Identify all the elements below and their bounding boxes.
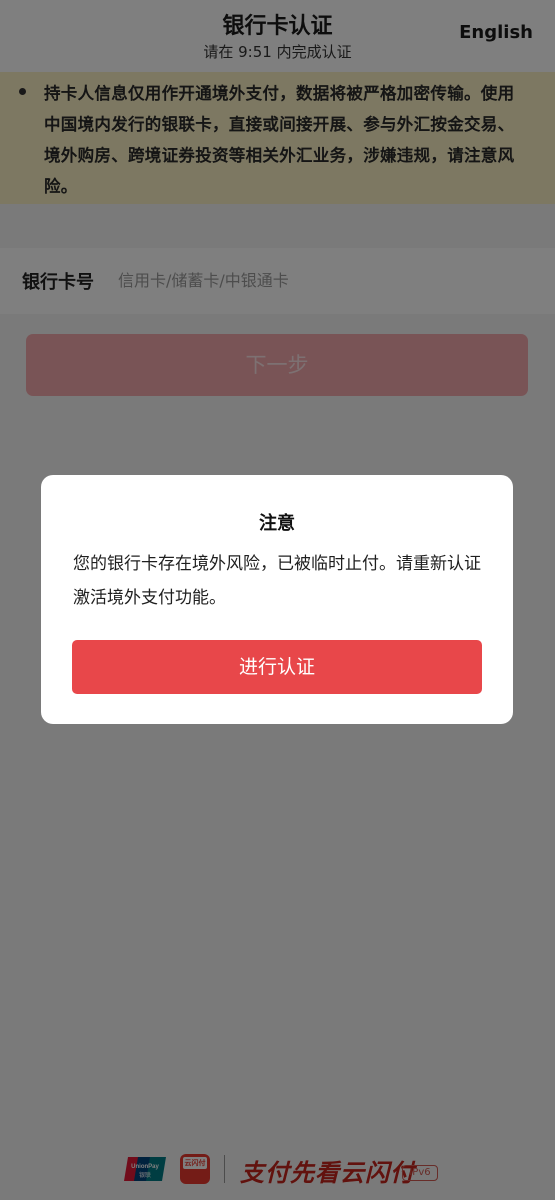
dialog-title: 注意 xyxy=(259,513,295,534)
start-verification-button[interactable]: 进行认证 xyxy=(72,640,482,694)
warning-dialog: 注意 您的银行卡存在境外风险，已被临时止付。请重新认证激活境外支付功能。 进行认… xyxy=(41,475,513,724)
dialog-message: 您的银行卡存在境外风险，已被临时止付。请重新认证激活境外支付功能。 xyxy=(73,554,481,608)
